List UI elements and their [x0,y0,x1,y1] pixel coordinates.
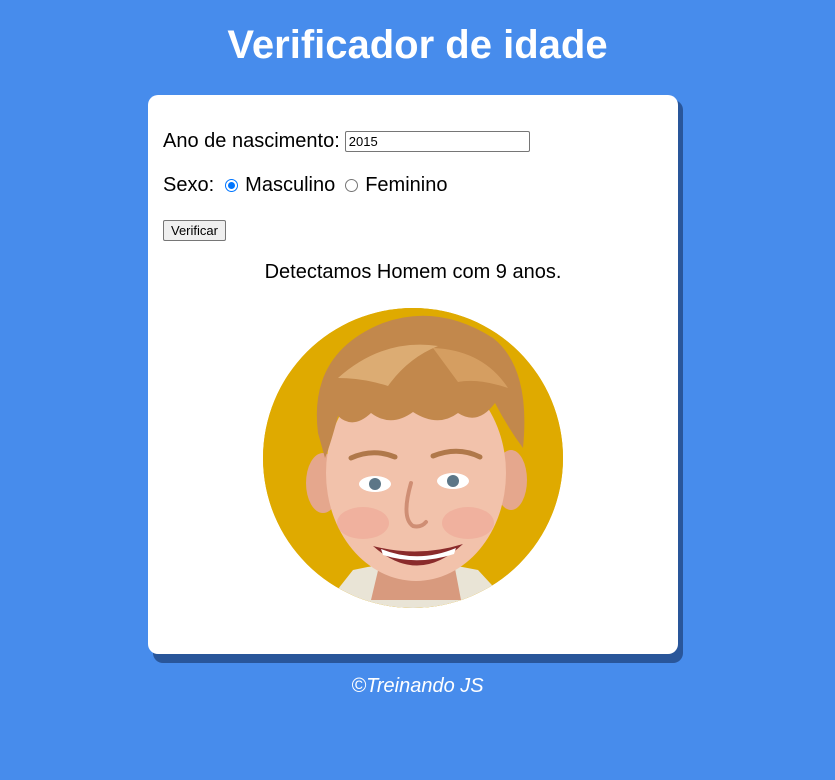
radio-feminino[interactable] [345,178,359,192]
page-title: Verificador de idade [227,23,608,67]
birth-year-row: Ano de nascimento: [163,129,530,153]
result-photo [263,308,563,608]
radio-masculino[interactable] [225,178,239,192]
sex-row: Sexo: Masculino Feminino [163,173,447,197]
sex-label: Sexo: [163,174,215,196]
birth-year-label: Ano de nascimento: [163,130,340,152]
result-text: Detectamos Homem com 9 anos. [264,261,562,283]
verify-button[interactable]: Verificar [163,220,226,241]
radio-feminino-label[interactable]: Feminino [365,173,447,197]
footer-text: ©Treinando JS [351,675,484,697]
main-card: Ano de nascimento: Sexo: Masculino Femin… [148,95,678,654]
boy-illustration [263,308,563,608]
radio-masculino-label[interactable]: Masculino [245,173,335,197]
birth-year-input[interactable] [344,130,530,152]
